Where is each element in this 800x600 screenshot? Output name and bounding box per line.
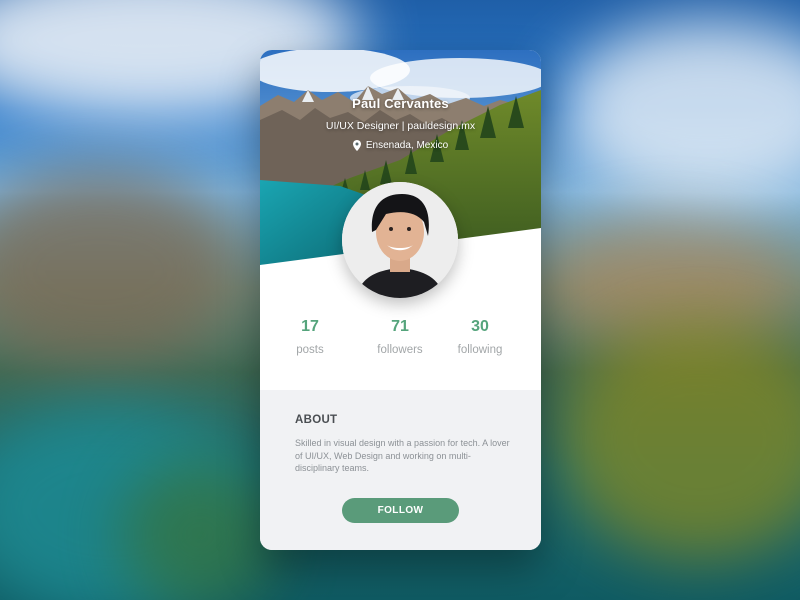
profile-location: Ensenada, Mexico <box>260 140 541 151</box>
stat-value: 17 <box>301 318 319 335</box>
profile-subtitle: UI/UX Designer | pauldesign.mx <box>325 120 476 132</box>
map-pin-icon <box>352 140 361 151</box>
stat-posts[interactable]: 17 posts <box>263 318 357 356</box>
about-heading: ABOUT <box>295 414 338 426</box>
stat-label: posts <box>296 344 324 356</box>
follow-button[interactable]: FOLLOW <box>342 498 459 523</box>
profile-card: Paul Cervantes UI/UX Designer | pauldesi… <box>260 50 541 550</box>
about-section: ABOUT Skilled in visual design with a pa… <box>260 390 541 550</box>
profile-stats: 17 posts 71 followers 30 following <box>260 318 541 378</box>
location-label: Ensenada, Mexico <box>365 140 449 151</box>
stat-value: 30 <box>471 318 489 335</box>
avatar[interactable] <box>342 182 458 298</box>
stat-label: following <box>457 344 503 356</box>
about-description: Skilled in visual design with a passion … <box>295 438 510 473</box>
avatar-photo <box>342 182 458 298</box>
profile-name: Paul Cervantes <box>352 96 449 111</box>
stat-following[interactable]: 30 following <box>433 318 527 356</box>
